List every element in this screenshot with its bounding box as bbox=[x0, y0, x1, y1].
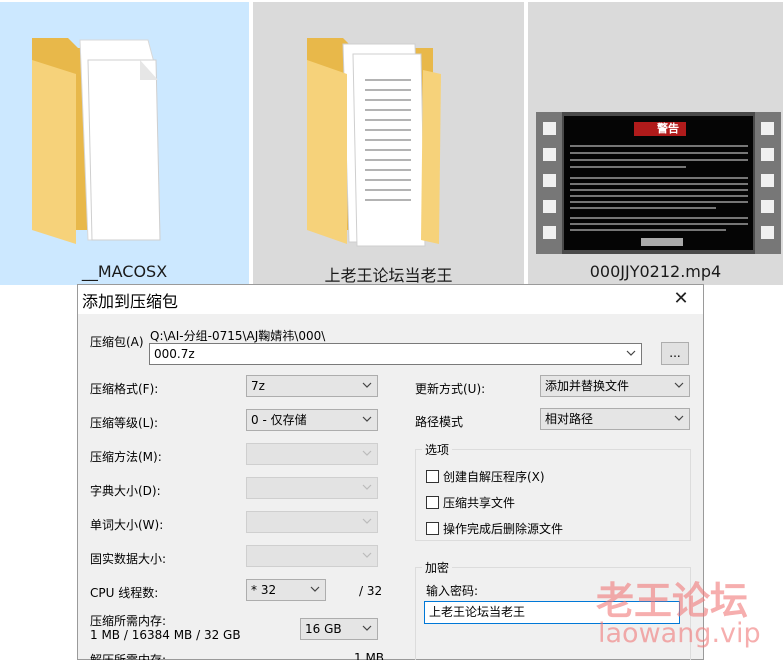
checkbox-box[interactable] bbox=[426, 496, 439, 509]
folder-icon bbox=[307, 38, 441, 247]
method-combo bbox=[246, 443, 378, 465]
mem-decomp-value: 1 MB bbox=[354, 651, 385, 660]
options-group: 选项 创建自解压程序(X) 压缩共享文件 操作完成后删除源文件 bbox=[415, 441, 691, 541]
update-combo[interactable]: 添加并替换文件 bbox=[540, 375, 690, 397]
chevron-down-icon bbox=[362, 484, 372, 490]
password-label: 输入密码: bbox=[426, 584, 479, 598]
file-name: 上老王论坛当老王 bbox=[324, 266, 453, 285]
delete-label: 操作完成后删除源文件 bbox=[443, 522, 564, 536]
update-value: 添加并替换文件 bbox=[545, 379, 630, 393]
archive-path: Q:\AI-分组-0715\AJ鞠婧祎\000\ bbox=[150, 329, 326, 343]
archive-name-value: 000.7z bbox=[154, 347, 195, 361]
chevron-down-icon bbox=[310, 586, 320, 592]
title-bar: 添加到压缩包 ✕ bbox=[78, 285, 703, 314]
mem-limit-value: 16 GB bbox=[305, 622, 342, 636]
chevron-down-icon bbox=[362, 416, 372, 422]
browse-button[interactable]: ... bbox=[661, 342, 689, 365]
file-tile-macosx[interactable]: __MACOSX bbox=[0, 2, 249, 285]
method-label: 压缩方法(M): bbox=[90, 450, 162, 464]
options-title: 选项 bbox=[422, 441, 453, 458]
chevron-down-icon bbox=[362, 625, 372, 631]
dialog-title: 添加到压缩包 bbox=[82, 292, 179, 311]
close-button[interactable]: ✕ bbox=[659, 285, 703, 314]
password-value: 上老王论坛当老王 bbox=[429, 605, 526, 619]
folder-icon bbox=[32, 38, 161, 244]
dict-label: 字典大小(D): bbox=[90, 484, 161, 498]
threads-label: CPU 线程数: bbox=[90, 586, 159, 600]
screen: __MACOSX 上老王论坛当老王 警告 000JJY0212.mp4 添加到压… bbox=[0, 0, 783, 660]
solid-combo bbox=[246, 545, 378, 567]
file-tile-video[interactable]: 警告 000JJY0212.mp4 bbox=[528, 2, 783, 285]
archive-name-combo[interactable]: 000.7z bbox=[149, 343, 642, 365]
watermark-cn: 老王论坛 bbox=[596, 579, 749, 623]
mem-limit-combo[interactable]: 16 GB bbox=[300, 618, 378, 640]
mem-comp-label: 压缩所需内存: bbox=[90, 614, 167, 628]
sfx-label: 创建自解压程序(X) bbox=[443, 470, 545, 484]
file-name: __MACOSX bbox=[81, 262, 168, 281]
chevron-down-icon bbox=[362, 450, 372, 456]
file-name: 000JJY0212.mp4 bbox=[589, 262, 722, 281]
video-warning-title: 警告 bbox=[657, 122, 679, 135]
dict-combo bbox=[246, 477, 378, 499]
delete-checkbox[interactable]: 操作完成后删除源文件 bbox=[426, 520, 563, 537]
level-combo[interactable]: 0 - 仅存储 bbox=[246, 409, 378, 431]
mem-decomp-label: 解压所需内存: bbox=[90, 653, 167, 660]
threads-combo[interactable]: * 32 bbox=[246, 579, 326, 601]
path-label: 路径模式 bbox=[415, 415, 464, 429]
checkbox-box[interactable] bbox=[426, 522, 439, 535]
sfx-checkbox[interactable]: 创建自解压程序(X) bbox=[426, 468, 545, 485]
word-label: 单词大小(W): bbox=[90, 518, 164, 532]
solid-label: 固实数据大小: bbox=[90, 552, 167, 566]
encrypt-title: 加密 bbox=[422, 559, 453, 576]
format-label: 压缩格式(F): bbox=[90, 382, 159, 396]
format-combo[interactable]: 7z bbox=[246, 375, 378, 397]
checkbox-box[interactable] bbox=[426, 470, 439, 483]
shared-checkbox[interactable]: 压缩共享文件 bbox=[426, 494, 515, 511]
path-value: 相对路径 bbox=[545, 412, 594, 426]
chevron-down-icon bbox=[626, 350, 636, 356]
mem-comp-value: 1 MB / 16384 MB / 32 GB bbox=[90, 628, 241, 642]
level-value: 0 - 仅存储 bbox=[251, 413, 307, 427]
chevron-down-icon bbox=[674, 382, 684, 388]
chevron-down-icon bbox=[362, 552, 372, 558]
word-combo bbox=[246, 511, 378, 533]
shared-label: 压缩共享文件 bbox=[443, 496, 516, 510]
archive-label: 压缩包(A) bbox=[90, 335, 144, 349]
threads-max: / 32 bbox=[359, 584, 383, 598]
level-label: 压缩等级(L): bbox=[90, 416, 159, 430]
update-label: 更新方式(U): bbox=[415, 382, 486, 396]
threads-value: * 32 bbox=[251, 583, 277, 597]
watermark-url: laowang.vip bbox=[598, 618, 761, 649]
file-tile-folder[interactable]: 上老王论坛当老王 bbox=[253, 2, 524, 285]
chevron-down-icon bbox=[674, 415, 684, 421]
path-combo[interactable]: 相对路径 bbox=[540, 408, 690, 430]
format-value: 7z bbox=[251, 379, 265, 393]
chevron-down-icon bbox=[362, 518, 372, 524]
chevron-down-icon bbox=[362, 382, 372, 388]
